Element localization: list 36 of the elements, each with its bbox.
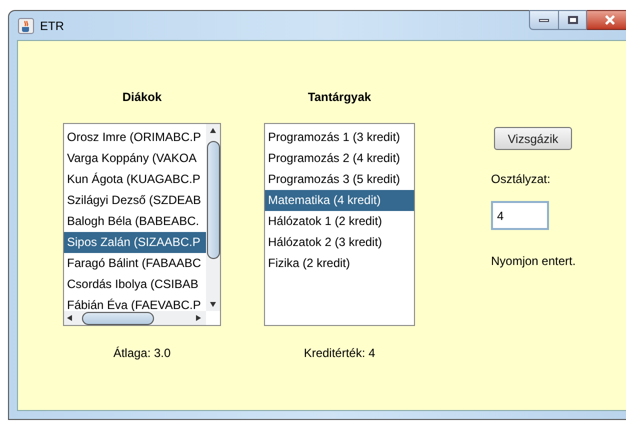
vertical-scrollbar[interactable] [206,124,220,311]
average-label: Átlaga: 3.0 [113,345,171,362]
list-item[interactable]: Matematika (4 kredit) [265,190,414,211]
list-item[interactable]: Hálózatok 2 (3 kredit) [265,232,414,253]
list-item[interactable]: Faragó Bálint (FABAABC [64,253,206,274]
list-item[interactable]: Kun Ágota (KUAGABC.P [64,169,206,190]
exam-button[interactable]: Vizsgázik [494,127,572,150]
grade-field[interactable]: 4 [491,201,549,230]
list-item[interactable]: Orosz Imre (ORIMABC.P [64,127,206,148]
up-arrow-icon [209,127,217,135]
list-item[interactable]: Programozás 3 (5 kredit) [265,169,414,190]
list-item[interactable]: Hálózatok 1 (2 kredit) [265,211,414,232]
list-item[interactable]: Csordás Ibolya (CSIBAB [64,274,206,295]
coffee-cup-icon [18,18,34,34]
column-heading: Diákok [122,89,162,106]
window-title: ETR [40,18,64,34]
list-item[interactable]: Varga Koppány (VAKOA [64,148,206,169]
list-item[interactable]: Szilágyi Dezső (SZDEAB [64,190,206,211]
grade-label: Osztályzat: [491,171,550,188]
close-button[interactable] [587,10,626,30]
list-item[interactable]: Sipos Zalán (SIZAABC.P [64,232,206,253]
credit-label: Kreditérték: 4 [304,345,376,362]
hint-text: Nyomjon entert. [491,253,576,270]
left-arrow-icon [66,314,74,322]
list-item[interactable]: Programozás 1 (3 kredit) [265,127,414,148]
list-item[interactable]: Fizika (2 kredit) [265,253,414,274]
maximize-button[interactable] [559,10,587,30]
minimize-button[interactable] [529,10,559,30]
list-item[interactable]: Programozás 2 (4 kredit) [265,148,414,169]
list-item[interactable]: Balogh Béla (BABEABC. [64,211,206,232]
column-heading: Tantárgyak [308,89,372,106]
down-arrow-icon [209,300,217,308]
subject-list[interactable]: Programozás 1 (3 kredit) Programozás 2 (4 kredit) Programozás 3 (5 kredit) Matematika (4 kredit) Hálózatok 1 (2 kredit) Hálózatok 2 (3 kredit) Fizika (2 kredit) [264,123,415,326]
right-arrow-icon [194,314,202,322]
horizontal-scrollbar[interactable] [64,311,206,325]
close-icon [604,15,616,25]
